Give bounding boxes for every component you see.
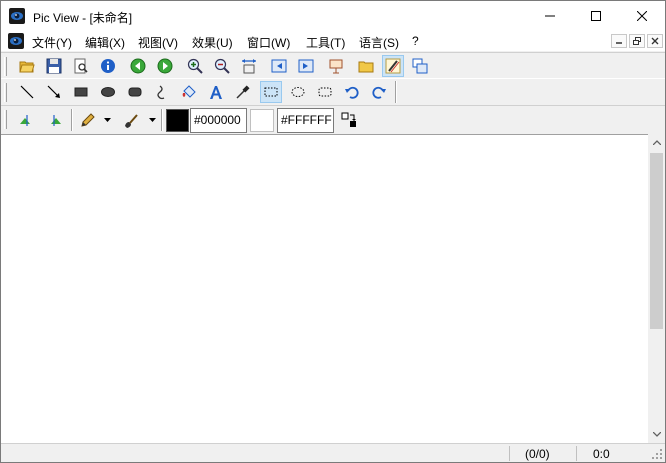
ellipse-select-icon[interactable] [287, 81, 309, 103]
window-title: Pic View - [未命名] [33, 11, 133, 25]
browse-folder-icon[interactable] [355, 55, 377, 77]
vertical-scrollbar[interactable] [648, 134, 665, 443]
status-position: (0/0) [525, 447, 550, 461]
status-divider [576, 446, 577, 461]
ellipse-tool-icon[interactable] [97, 81, 119, 103]
toolbar-grip[interactable] [4, 57, 7, 76]
zoom-out-icon[interactable] [211, 55, 233, 77]
mdi-close-button[interactable] [647, 34, 663, 48]
toolbar-separator [395, 81, 397, 103]
mirror-right-icon[interactable] [43, 109, 65, 131]
title-bar[interactable]: Pic View - [未命名] [1, 1, 665, 31]
arrow-tool-icon[interactable] [43, 81, 65, 103]
info-icon[interactable] [97, 55, 119, 77]
pencil-dropdown-chevron-down-icon[interactable] [102, 109, 112, 131]
scroll-down-chevron-icon[interactable] [648, 426, 665, 443]
next-icon[interactable] [154, 55, 176, 77]
paint-mode-icon[interactable] [382, 55, 404, 77]
app-eye-icon [9, 8, 25, 24]
document-eye-icon[interactable] [8, 33, 24, 49]
round-select-icon[interactable] [314, 81, 336, 103]
rectangle-tool-icon[interactable] [70, 81, 92, 103]
color-picker-icon[interactable] [232, 81, 254, 103]
menu-language[interactable]: 语言(S) [359, 34, 399, 51]
resize-grip-icon[interactable] [651, 448, 663, 460]
mdi-restore-button[interactable] [629, 34, 645, 48]
save-icon[interactable] [43, 55, 65, 77]
close-button[interactable] [619, 1, 665, 31]
open-folder-icon[interactable] [16, 55, 38, 77]
fill-tool-icon[interactable] [178, 81, 200, 103]
freehand-tool-icon[interactable] [151, 81, 173, 103]
swap-colors-icon[interactable] [338, 109, 360, 131]
foreground-color-field[interactable]: #000000 [190, 108, 247, 133]
last-image-icon[interactable] [295, 55, 317, 77]
rect-select-icon[interactable] [260, 81, 282, 103]
image-canvas[interactable] [1, 134, 648, 443]
status-bar: (0/0) 0:0 [1, 443, 665, 462]
line-tool-icon[interactable] [16, 81, 38, 103]
background-color-swatch[interactable] [250, 109, 274, 132]
maximize-button[interactable] [573, 1, 619, 31]
foreground-color-swatch[interactable] [166, 109, 189, 132]
pencil-icon[interactable] [76, 109, 98, 131]
rounded-rect-tool-icon[interactable] [124, 81, 146, 103]
print-preview-icon[interactable] [70, 55, 92, 77]
menu-file[interactable]: 文件(Y) [32, 34, 72, 51]
previous-icon[interactable] [127, 55, 149, 77]
menu-help[interactable]: ? [412, 34, 419, 48]
scrollbar-thumb[interactable] [650, 153, 663, 329]
color-toolbar: #000000 #FFFFFF [1, 105, 665, 134]
status-divider [509, 446, 510, 461]
menu-view[interactable]: 视图(V) [138, 34, 178, 51]
menu-tools[interactable]: 工具(T) [306, 34, 345, 51]
redo-icon[interactable] [368, 81, 390, 103]
toolbar-grip[interactable] [4, 110, 7, 129]
undo-icon[interactable] [341, 81, 363, 103]
fit-size-icon[interactable] [238, 55, 260, 77]
brush-dropdown-chevron-down-icon[interactable] [147, 109, 157, 131]
window-switch-icon[interactable] [409, 55, 431, 77]
zoom-in-icon[interactable] [184, 55, 206, 77]
brush-icon[interactable] [120, 109, 142, 131]
text-tool-icon[interactable] [205, 81, 227, 103]
first-image-icon[interactable] [268, 55, 290, 77]
scroll-up-chevron-icon[interactable] [648, 134, 665, 151]
main-toolbar [1, 52, 665, 79]
background-color-field[interactable]: #FFFFFF [277, 108, 334, 133]
menu-bar: 文件(Y) 编辑(X) 视图(V) 效果(U) 窗口(W) 工具(T) 语言(S… [1, 31, 665, 51]
menu-effects[interactable]: 效果(U) [192, 34, 233, 51]
minimize-button[interactable] [527, 1, 573, 31]
toolbar-grip[interactable] [4, 83, 7, 102]
draw-toolbar [1, 78, 665, 105]
status-zoom: 0:0 [593, 447, 610, 461]
slideshow-icon[interactable] [325, 55, 347, 77]
toolbar-separator [161, 109, 163, 131]
menu-window[interactable]: 窗口(W) [247, 34, 290, 51]
menu-edit[interactable]: 编辑(X) [85, 34, 125, 51]
app-window: Pic View - [未命名] 文件(Y) 编辑(X) 视图(V) 效果(U)… [0, 0, 666, 463]
toolbar-separator [71, 109, 73, 131]
mdi-minimize-button[interactable] [611, 34, 627, 48]
mirror-left-icon[interactable] [16, 109, 38, 131]
